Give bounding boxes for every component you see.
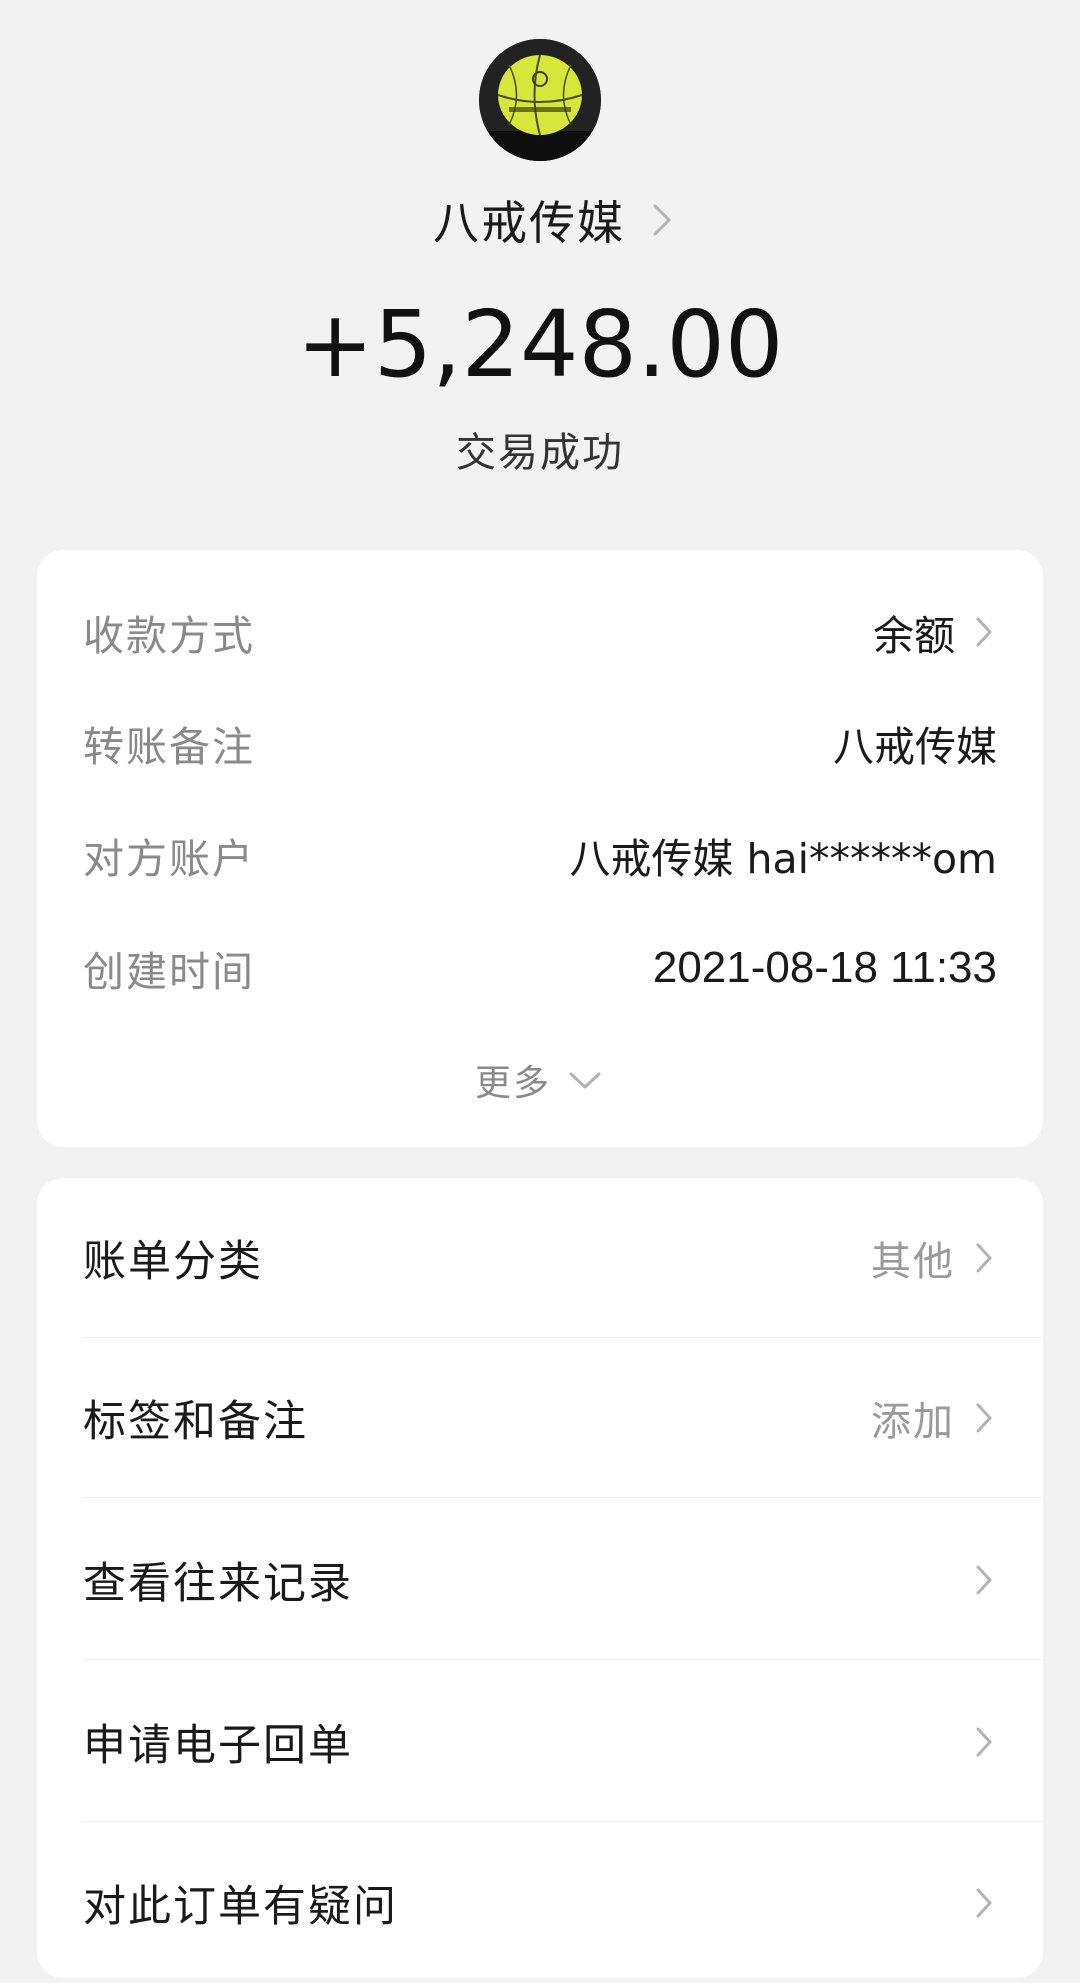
- action-label: 申请电子回单: [83, 1721, 353, 1771]
- detail-value: 余额: [873, 602, 997, 662]
- more-button[interactable]: 更多: [37, 1050, 1043, 1110]
- counterparty-account-value: 八戒传媒 hai******om: [569, 835, 997, 883]
- detail-row-counterparty-account: 对方账户 八戒传媒 hai******om: [83, 820, 997, 890]
- action-right: 其他: [871, 1229, 997, 1287]
- merchant-name: 八戒传媒: [433, 196, 625, 250]
- transaction-status: 交易成功: [456, 430, 624, 476]
- more-label: 更多: [474, 1063, 551, 1104]
- detail-label: 转账备注: [83, 723, 255, 771]
- tags-notes-value: 添加: [871, 1399, 955, 1445]
- action-label: 查看往来记录: [83, 1559, 353, 1609]
- transaction-amount: +5,248.00: [296, 291, 784, 398]
- order-question-row[interactable]: 对此订单有疑问: [37, 1823, 1043, 1983]
- action-right: [955, 1723, 997, 1761]
- action-right: [955, 1561, 997, 1599]
- action-right: [955, 1884, 997, 1922]
- created-time-value: 2021-08-18 11:33: [652, 943, 997, 992]
- chevron-right-icon: [976, 1403, 992, 1433]
- action-label: 对此订单有疑问: [83, 1882, 398, 1932]
- divider: [83, 1821, 1043, 1822]
- request-receipt-row[interactable]: 申请电子回单: [37, 1662, 1043, 1822]
- detail-label: 收款方式: [83, 612, 255, 660]
- chevron-right-icon: [976, 1888, 992, 1918]
- action-label: 标签和备注: [83, 1397, 308, 1447]
- chevron-right-icon: [976, 1243, 992, 1273]
- chevron-right-icon: [976, 1727, 992, 1757]
- bill-category-row[interactable]: 账单分类 其他: [37, 1178, 1043, 1338]
- chevron-right-icon: [976, 617, 992, 647]
- bill-category-value: 其他: [871, 1239, 955, 1285]
- basketball-icon: [479, 39, 601, 161]
- chevron-right-icon: [653, 204, 671, 236]
- transfer-note-value: 八戒传媒: [833, 723, 997, 771]
- transaction-header: 八戒传媒 +5,248.00 交易成功: [0, 0, 1080, 520]
- action-right: 添加: [871, 1389, 997, 1447]
- transaction-actions-card: 账单分类 其他 标签和备注 添加 查看往来记录 申请电子回单 对此订单有疑问: [37, 1178, 1043, 1978]
- divider: [83, 1659, 1043, 1660]
- view-history-row[interactable]: 查看往来记录: [37, 1500, 1043, 1660]
- tags-notes-row[interactable]: 标签和备注 添加: [37, 1338, 1043, 1498]
- detail-row-payment-method[interactable]: 收款方式 余额: [83, 597, 997, 667]
- detail-row-transfer-note: 转账备注 八戒传媒: [83, 708, 997, 778]
- detail-row-created-time: 创建时间 2021-08-18 11:33: [83, 933, 997, 1003]
- divider: [83, 1497, 1043, 1498]
- detail-label: 创建时间: [83, 948, 255, 996]
- detail-label: 对方账户: [83, 835, 255, 883]
- transaction-details-card: 收款方式 余额 转账备注 八戒传媒 对方账户 八戒传媒 hai******om …: [37, 550, 1043, 1147]
- chevron-right-icon: [976, 1565, 992, 1595]
- chevron-down-icon: [569, 1072, 601, 1089]
- merchant-avatar[interactable]: [479, 39, 601, 161]
- action-label: 账单分类: [83, 1237, 263, 1287]
- payment-method-value: 余额: [873, 612, 955, 660]
- merchant-link[interactable]: 八戒传媒: [0, 185, 1080, 255]
